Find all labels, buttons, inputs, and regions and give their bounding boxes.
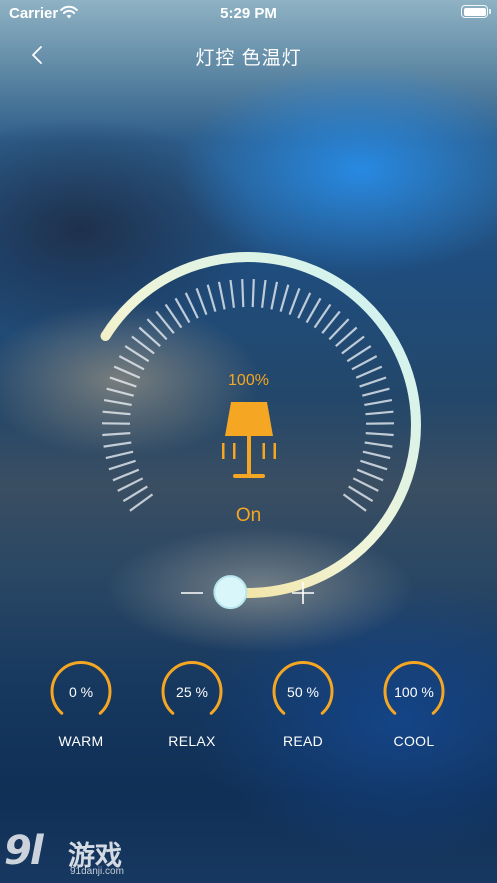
plus-icon [292, 582, 314, 604]
watermark-url: 91danji.com [70, 866, 124, 877]
decrease-brightness-button[interactable] [170, 573, 214, 613]
status-bar: Carrier 5:29 PM [0, 0, 497, 28]
preset-relax-button[interactable]: 25 % RELAX [147, 658, 237, 758]
brightness-knob[interactable] [213, 575, 248, 610]
preset-warm-button[interactable]: 0 % WARM [36, 658, 126, 758]
lamp-icon [222, 402, 276, 478]
watermark-logo: 9l [4, 828, 44, 874]
brightness-percentage: 100% [228, 372, 269, 389]
preset-value: 100 % [394, 684, 434, 700]
battery-icon [461, 5, 491, 18]
preset-label: WARM [58, 733, 104, 749]
minus-icon [181, 592, 203, 594]
site-watermark: 9l 游戏 91danji.com [4, 828, 144, 880]
preset-read-button[interactable]: 50 % READ [258, 658, 348, 758]
power-state-label: On [235, 505, 262, 526]
navigation-bar: 灯控 色温灯 [0, 38, 497, 72]
preset-label: READ [282, 733, 324, 749]
clock: 5:29 PM [220, 5, 277, 22]
preset-value: 50 % [287, 684, 319, 700]
preset-value: 25 % [176, 684, 208, 700]
preset-label: RELAX [168, 733, 216, 749]
increase-brightness-button[interactable] [281, 573, 325, 613]
page-title: 灯控 色温灯 [195, 48, 302, 69]
preset-value: 0 % [68, 684, 94, 700]
preset-label: COOL [393, 733, 435, 749]
preset-cool-button[interactable]: 100 % COOL [369, 658, 459, 758]
